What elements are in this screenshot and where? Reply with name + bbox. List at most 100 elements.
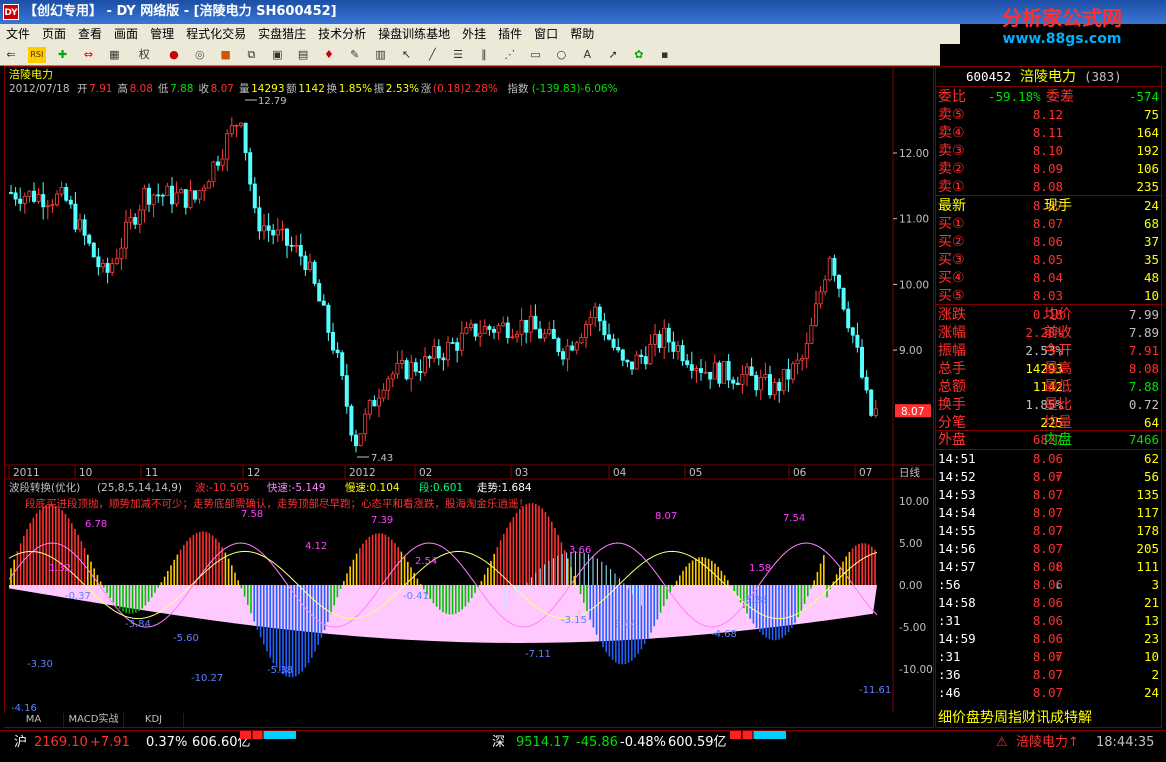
menu-item[interactable]: 查看 <box>72 24 108 44</box>
candle-body <box>344 375 349 407</box>
candle-body <box>556 338 561 353</box>
info-vol-label: 量 <box>239 83 250 95</box>
tick-volume: 111 <box>1136 559 1159 574</box>
tab-kdj[interactable]: KDJ <box>124 713 184 727</box>
high-marker: 12.79 <box>258 96 287 107</box>
menu-item[interactable]: 程式化交易 <box>180 24 252 44</box>
indicator-wave: 波:-10.505 <box>195 481 250 494</box>
right-icon[interactable]: 权 <box>131 47 157 63</box>
divider <box>936 86 1163 87</box>
status-stock[interactable]: 涪陵电力 <box>1016 731 1068 755</box>
candle-body <box>496 325 501 333</box>
stat-label-2: 今开 <box>1044 343 1072 359</box>
sell-label: 卖③ <box>938 143 965 159</box>
parallel-icon[interactable]: ∥ <box>475 47 493 63</box>
rsi-icon[interactable]: RSI <box>27 47 46 63</box>
time-tick: 06 <box>793 467 807 479</box>
color-icon[interactable]: ✿ <box>630 47 648 63</box>
menu-item[interactable]: 管理 <box>144 24 180 44</box>
time-tick: 03 <box>515 467 528 479</box>
circle-icon[interactable]: ○ <box>552 47 570 63</box>
tick-volume: 205 <box>1136 541 1159 556</box>
candle-body <box>570 345 575 351</box>
indicator-slow: 慢速:0.104 <box>345 482 400 494</box>
buy-label: 买② <box>938 234 965 250</box>
menu-item[interactable]: 页面 <box>36 24 72 44</box>
menu-item[interactable]: 文件 <box>0 24 36 44</box>
ball-icon[interactable]: ◎ <box>191 47 209 63</box>
candle-body <box>229 125 234 135</box>
stat-value-2: 0.72 <box>1128 397 1159 412</box>
candle-body <box>441 357 446 361</box>
candle-body <box>505 322 510 338</box>
text-icon[interactable]: A <box>578 47 596 63</box>
chart-icon[interactable]: ▥ <box>372 47 390 63</box>
time-tick: 2012 <box>349 467 376 479</box>
menu-item[interactable]: 操盘训练基地 <box>372 24 456 44</box>
bell-icon[interactable]: ♦ <box>320 47 338 63</box>
indicator-value-label: -3.66 <box>611 619 637 630</box>
arrow-icon[interactable]: ➚ <box>604 47 622 63</box>
time-tick: 11 <box>145 467 158 479</box>
menu-item[interactable]: 画面 <box>108 24 144 44</box>
info-date: 2012/07/18 <box>9 83 70 95</box>
grid-icon[interactable]: ▦ <box>105 47 123 63</box>
tab-macd[interactable]: MACD实战 <box>64 713 124 727</box>
tick-row: :36 8.07 2 <box>936 666 1163 684</box>
window-icon[interactable]: ▣ <box>268 47 286 63</box>
xianshou-value: 24 <box>1143 198 1159 213</box>
tick-row: 14:52 8.07 ↑ 56 <box>936 468 1163 486</box>
sh-index: 2169.10 <box>34 735 88 750</box>
app-icon[interactable]: DY <box>3 4 19 20</box>
alert-icon[interactable]: ⚠ <box>996 731 1008 755</box>
menu-item[interactable]: 技术分析 <box>312 24 372 44</box>
candle-body <box>146 187 151 205</box>
candle-body <box>13 192 18 200</box>
stat-value-2: 7.91 <box>1128 343 1159 358</box>
candle-body <box>45 205 50 208</box>
buy-row: 买③ 8.05 35 <box>936 251 1163 269</box>
candle-body <box>804 342 809 359</box>
divider <box>936 195 1163 196</box>
menu-item[interactable]: 帮助 <box>564 24 600 44</box>
tab-ma[interactable]: MA <box>4 713 64 727</box>
tick-arrow: ↓ <box>1054 577 1062 592</box>
current-price: 8.07 <box>901 406 924 418</box>
chart-canvas[interactable]: 涪陵电力2012/07/18 开 7.91 高 8.08 低 7.88 收 8.07 量 14293… <box>5 67 933 712</box>
back-icon[interactable]: ⇐ <box>2 47 20 63</box>
tick-row: :46 8.07 24 <box>936 684 1163 702</box>
candle-body <box>436 346 441 359</box>
menu-item[interactable]: 外挂 <box>456 24 492 44</box>
cursor-icon[interactable]: ↖ <box>397 47 415 63</box>
cube-icon[interactable]: ■ <box>217 47 235 63</box>
line-icon[interactable]: ╱ <box>423 47 441 63</box>
chart-area[interactable]: 涪陵电力 2012/07/18 开 7.91 高 8.08 低 7.88 收 8.07 量 14293… <box>4 66 934 728</box>
ray-icon[interactable]: ☰ <box>449 47 467 63</box>
info-open: 7.91 <box>89 83 112 95</box>
info-turn-label: 换 <box>327 82 338 95</box>
exchange-icon[interactable]: ⇔ <box>79 47 97 63</box>
candle-body <box>248 152 253 185</box>
candle-body <box>473 323 478 337</box>
candle-body <box>41 194 46 208</box>
candle-body <box>455 342 460 351</box>
candle-body <box>427 356 432 359</box>
tick-volume: 23 <box>1143 631 1159 646</box>
candle-body <box>827 257 832 281</box>
menu-item[interactable]: 插件 <box>492 24 528 44</box>
rect-icon[interactable]: ▭ <box>527 47 545 63</box>
info-low-label: 低 <box>158 82 169 95</box>
quote-panel: 600452 涪陵电力 (383) 委比 -59.18% 委差 -574 卖⑤ 8.12 75 卖④… <box>935 66 1163 728</box>
menu-item[interactable]: 实盘猎庄 <box>252 24 312 44</box>
fan-icon[interactable]: ⋰ <box>501 47 519 63</box>
tick-volume: 62 <box>1143 451 1159 466</box>
k-icon[interactable]: ⧉ <box>242 47 260 63</box>
crosshair-icon[interactable]: ✚ <box>54 47 72 63</box>
sell-volume: 164 <box>1136 125 1159 140</box>
tick-arrow: ↑ <box>1054 559 1062 574</box>
save-icon[interactable]: ▪ <box>656 47 674 63</box>
pen-icon[interactable]: ✎ <box>346 47 364 63</box>
tile-icon[interactable]: ▤ <box>294 47 312 63</box>
ball-red-icon[interactable]: ● <box>165 47 183 63</box>
menu-item[interactable]: 窗口 <box>528 24 564 44</box>
